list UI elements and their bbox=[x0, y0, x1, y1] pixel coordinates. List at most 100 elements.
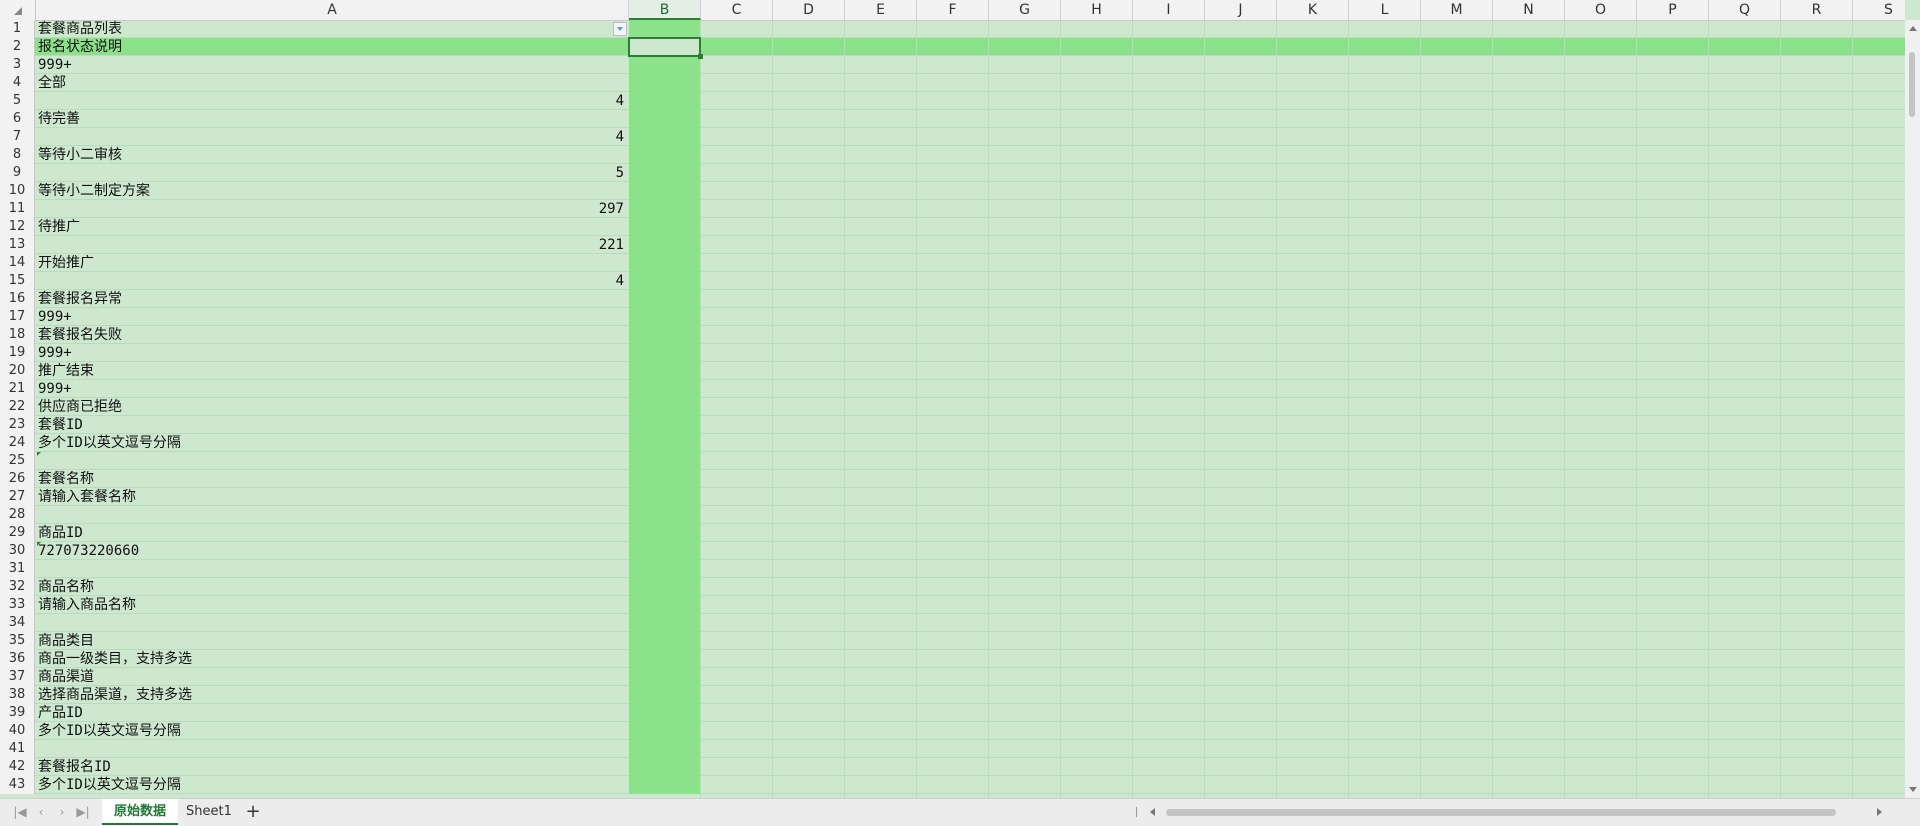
cell-b[interactable] bbox=[629, 668, 701, 686]
cell-a[interactable]: 多个ID以英文逗号分隔 bbox=[36, 722, 628, 740]
row-number[interactable]: 12 bbox=[0, 218, 35, 236]
row-number[interactable]: 36 bbox=[0, 650, 35, 668]
cell-a[interactable]: 商品ID bbox=[36, 524, 628, 542]
cell-a[interactable]: 套餐报名ID bbox=[36, 758, 628, 776]
column-header-a[interactable]: A bbox=[36, 0, 629, 20]
cell-a[interactable]: 多个ID以英文逗号分隔 bbox=[36, 434, 628, 452]
cell-a[interactable]: 999+ bbox=[36, 380, 628, 398]
cell-a[interactable]: 727073220660 bbox=[36, 542, 628, 560]
row-number[interactable]: 26 bbox=[0, 470, 35, 488]
cell-a[interactable]: 999+ bbox=[36, 308, 628, 326]
active-cell-b2[interactable] bbox=[628, 37, 703, 59]
row-number[interactable]: 42 bbox=[0, 758, 35, 776]
column-header-n[interactable]: N bbox=[1493, 0, 1565, 20]
row-number[interactable]: 38 bbox=[0, 686, 35, 704]
scrollbar-divider[interactable] bbox=[1136, 807, 1137, 817]
first-sheet-icon[interactable]: |◀ bbox=[12, 805, 28, 819]
cell-a[interactable]: 套餐名称 bbox=[36, 470, 628, 488]
cell-a[interactable]: 推广结束 bbox=[36, 362, 628, 380]
cell-b[interactable] bbox=[629, 74, 701, 92]
column-header-p[interactable]: P bbox=[1637, 0, 1709, 20]
row-number[interactable]: 20 bbox=[0, 362, 35, 380]
cell-a[interactable]: 套餐ID bbox=[36, 416, 628, 434]
row-number[interactable]: 33 bbox=[0, 596, 35, 614]
row-number[interactable]: 7 bbox=[0, 128, 35, 146]
cell-a[interactable]: 商品类目 bbox=[36, 632, 628, 650]
cell-b[interactable] bbox=[629, 290, 701, 308]
last-sheet-icon[interactable]: ▶| bbox=[75, 805, 91, 819]
cell-a[interactable]: 999+ bbox=[36, 344, 628, 362]
cell-a[interactable]: 开始推广 bbox=[36, 254, 628, 272]
row-number[interactable]: 21 bbox=[0, 380, 35, 398]
row-number[interactable]: 2 bbox=[0, 38, 35, 56]
cell-a[interactable]: 221 bbox=[36, 236, 628, 254]
row-number[interactable]: 35 bbox=[0, 632, 35, 650]
cell-b[interactable] bbox=[629, 218, 701, 236]
cell-a[interactable] bbox=[36, 740, 628, 758]
row-number[interactable]: 11 bbox=[0, 200, 35, 218]
column-header-q[interactable]: Q bbox=[1709, 0, 1781, 20]
row-number[interactable]: 18 bbox=[0, 326, 35, 344]
cell-b[interactable] bbox=[629, 506, 701, 524]
cell-b[interactable] bbox=[629, 722, 701, 740]
row-number[interactable]: 19 bbox=[0, 344, 35, 362]
cell-b[interactable] bbox=[629, 434, 701, 452]
row-number[interactable]: 5 bbox=[0, 92, 35, 110]
cell-b[interactable] bbox=[629, 776, 701, 794]
column-header-s[interactable]: S bbox=[1853, 0, 1920, 20]
cell-a[interactable]: 4 bbox=[36, 272, 628, 290]
cell-a[interactable]: 套餐报名失败 bbox=[36, 326, 628, 344]
cell-a[interactable]: 商品一级类目，支持多选 bbox=[36, 650, 628, 668]
cell-b[interactable] bbox=[629, 308, 701, 326]
cell-a[interactable]: 4 bbox=[36, 92, 628, 110]
cell-a[interactable]: 等待小二审核 bbox=[36, 146, 628, 164]
row-number[interactable]: 27 bbox=[0, 488, 35, 506]
row-number[interactable]: 17 bbox=[0, 308, 35, 326]
sheet-tab-raw-data[interactable]: 原始数据 bbox=[102, 799, 179, 825]
row-number[interactable]: 23 bbox=[0, 416, 35, 434]
sheet-tab-sheet1[interactable]: Sheet1 bbox=[174, 799, 244, 825]
cell-b[interactable] bbox=[629, 20, 701, 38]
row-number[interactable]: 37 bbox=[0, 668, 35, 686]
cell-a[interactable]: 4 bbox=[36, 128, 628, 146]
cell-b[interactable] bbox=[629, 488, 701, 506]
cell-b[interactable] bbox=[629, 92, 701, 110]
horizontal-scrollbar[interactable] bbox=[1136, 805, 1882, 819]
cell-a[interactable]: 等待小二制定方案 bbox=[36, 182, 628, 200]
cell-a[interactable]: 商品名称 bbox=[36, 578, 628, 596]
cell-b[interactable] bbox=[629, 704, 701, 722]
cell-b[interactable] bbox=[629, 110, 701, 128]
cell-a[interactable]: 套餐报名异常 bbox=[36, 290, 628, 308]
cell-a[interactable] bbox=[36, 506, 628, 524]
cell-b[interactable] bbox=[629, 398, 701, 416]
cell-a[interactable]: 选择商品渠道，支持多选 bbox=[36, 686, 628, 704]
cell-a[interactable]: 产品ID bbox=[36, 704, 628, 722]
row-number[interactable]: 13 bbox=[0, 236, 35, 254]
cell-a[interactable]: 待完善 bbox=[36, 110, 628, 128]
column-header-g[interactable]: G bbox=[989, 0, 1061, 20]
cell-b[interactable] bbox=[629, 326, 701, 344]
select-all-corner[interactable] bbox=[0, 0, 36, 20]
vertical-scrollbar[interactable] bbox=[1905, 20, 1920, 798]
column-header-r[interactable]: R bbox=[1781, 0, 1853, 20]
row-number[interactable]: 39 bbox=[0, 704, 35, 722]
cell-b[interactable] bbox=[629, 614, 701, 632]
scroll-right-icon[interactable] bbox=[1877, 808, 1882, 816]
cell-b[interactable] bbox=[629, 416, 701, 434]
column-header-d[interactable]: D bbox=[773, 0, 845, 20]
row-number[interactable]: 6 bbox=[0, 110, 35, 128]
row-number[interactable]: 24 bbox=[0, 434, 35, 452]
cell-b[interactable] bbox=[629, 740, 701, 758]
cell-b[interactable] bbox=[629, 146, 701, 164]
filter-dropdown-icon[interactable] bbox=[613, 22, 627, 36]
column-header-i[interactable]: I bbox=[1133, 0, 1205, 20]
cell-a[interactable]: 供应商已拒绝 bbox=[36, 398, 628, 416]
row-number[interactable]: 29 bbox=[0, 524, 35, 542]
cell-b[interactable] bbox=[629, 380, 701, 398]
row-number[interactable]: 1 bbox=[0, 20, 35, 38]
row-number[interactable]: 22 bbox=[0, 398, 35, 416]
cell-b[interactable] bbox=[629, 452, 701, 470]
cell-a[interactable]: 商品渠道 bbox=[36, 668, 628, 686]
row-number[interactable]: 15 bbox=[0, 272, 35, 290]
scroll-up-icon[interactable] bbox=[1909, 26, 1917, 31]
